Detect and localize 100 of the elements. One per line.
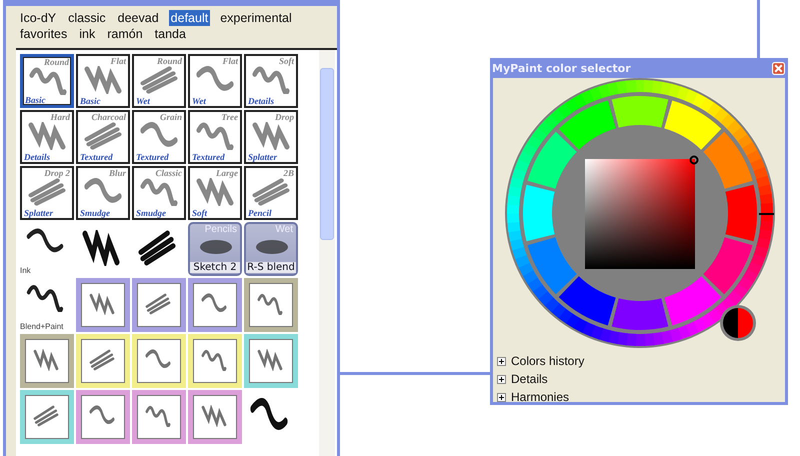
brush-type-label: Large: [216, 168, 238, 178]
color-swatch[interactable]: [523, 184, 555, 242]
expander-icon: [497, 392, 506, 402]
brush-tile[interactable]: Round Wet: [132, 54, 186, 108]
color-swatch[interactable]: [528, 132, 577, 189]
brush-tile[interactable]: Wet R-S blend: [244, 222, 298, 276]
brush-type-label: Pencils: [204, 224, 237, 235]
brush-category-label: Textured: [136, 152, 169, 162]
brush-type-label: Wet: [275, 224, 293, 235]
brush-group-tab[interactable]: default: [168, 10, 210, 26]
color-swatch[interactable]: [558, 100, 616, 150]
brush-stroke-icon: [145, 293, 171, 315]
brush-stroke-icon: [89, 293, 115, 315]
color-swatch[interactable]: [664, 100, 722, 150]
brush-type-label: Grain: [160, 112, 182, 122]
scrollbar[interactable]: [319, 50, 335, 456]
brush-tile[interactable]: Charcoal Textured: [76, 110, 130, 164]
brush-stroke-icon: [257, 349, 283, 371]
brush-type-label: Drop: [274, 112, 294, 122]
brush-tile[interactable]: Drop Splatter: [244, 110, 298, 164]
brush-tile[interactable]: [132, 278, 186, 332]
color-swatch[interactable]: [703, 237, 752, 294]
color-swatch[interactable]: [612, 298, 668, 330]
brush-stroke-icon: [140, 122, 178, 150]
brush-type-label: Round: [156, 56, 182, 66]
brush-type-label: Hard: [50, 112, 70, 122]
picker-handle[interactable]: [690, 156, 698, 164]
brush-tile[interactable]: [188, 390, 242, 444]
brush-stroke-icon: [26, 284, 64, 312]
brush-stroke-icon: [252, 122, 290, 150]
brush-group-tab[interactable]: ramón: [105, 26, 145, 42]
brush-tile[interactable]: Flat Basic: [76, 54, 130, 108]
brush-stroke-icon: [196, 122, 234, 150]
brush-stroke-icon: [257, 293, 283, 315]
brush-type-label: Round: [44, 57, 69, 67]
brush-tile[interactable]: Large Soft: [188, 166, 242, 220]
color-swatch[interactable]: [558, 276, 616, 326]
expander-icon: [497, 356, 506, 366]
brush-stroke-icon: [140, 66, 178, 94]
brush-stroke-icon: [28, 178, 66, 206]
brush-category-label: Smudge: [80, 208, 110, 218]
brush-stroke-icon: [84, 66, 122, 94]
brush-tile[interactable]: [20, 334, 74, 388]
brush-stroke-icon: [28, 122, 66, 150]
color-swatch[interactable]: [725, 184, 757, 242]
brush-tile[interactable]: Round Basic: [20, 54, 74, 108]
brush-stroke-icon: [145, 349, 171, 371]
brush-group-tab[interactable]: deevad: [116, 10, 161, 26]
brush-tile[interactable]: [188, 278, 242, 332]
brush-tile[interactable]: Flat Wet: [188, 54, 242, 108]
brush-tile[interactable]: Grain Textured: [132, 110, 186, 164]
brush-stroke-icon: [196, 178, 234, 206]
brush-tile[interactable]: [132, 390, 186, 444]
window-title: MyPaint color selector: [492, 62, 631, 74]
brush-stroke-icon: [138, 230, 176, 266]
brush-stroke-icon: [84, 122, 122, 150]
color-swatch[interactable]: [528, 237, 577, 294]
saturation-value-square[interactable]: [585, 159, 695, 269]
brush-group-tab[interactable]: experimental: [218, 10, 294, 26]
brush-stroke-icon: [33, 349, 59, 371]
brush-name-label: Sketch 2: [190, 262, 240, 273]
brush-caption: Ink: [20, 266, 31, 275]
close-icon[interactable]: [772, 62, 785, 74]
color-swatch[interactable]: [703, 132, 752, 189]
brush-group-tab[interactable]: favorites: [18, 26, 70, 42]
brush-category-label: Basic: [25, 95, 46, 105]
brush-tile[interactable]: [244, 334, 298, 388]
brush-tile[interactable]: [76, 278, 130, 332]
brush-stroke-icon: [201, 293, 227, 315]
brush-category-label: Wet: [192, 96, 206, 106]
brush-stroke-icon: [252, 178, 290, 206]
expander[interactable]: Details: [497, 370, 785, 388]
brush-type-label: Classic: [155, 168, 182, 178]
brush-tile[interactable]: Hard Details: [20, 110, 74, 164]
brush-category-label: Details: [248, 96, 274, 106]
brush-tile[interactable]: Classic Smudge: [132, 166, 186, 220]
brush-group-tab[interactable]: Ico-dY: [18, 10, 58, 26]
brush-stroke-icon: [33, 405, 59, 427]
brush-tile[interactable]: 2B Pencil: [244, 166, 298, 220]
brush-category-label: Textured: [80, 152, 113, 162]
brush-group-tab[interactable]: classic: [66, 10, 108, 26]
brush-tile[interactable]: [244, 278, 298, 332]
color-swatch[interactable]: [664, 276, 722, 326]
hue-marker[interactable]: [759, 213, 774, 215]
brush-category-label: Splatter: [248, 152, 278, 162]
brush-group-tab[interactable]: ink: [77, 26, 98, 42]
expander[interactable]: Harmonies: [497, 388, 785, 406]
brush-tile[interactable]: Soft Details: [244, 54, 298, 108]
brush-tile[interactable]: [76, 390, 130, 444]
brush-stroke-icon: [140, 178, 178, 206]
brush-stroke-icon: [145, 405, 171, 427]
color-swatch[interactable]: [612, 96, 668, 128]
brush-tile[interactable]: Drop 2 Splatter: [20, 166, 74, 220]
brush-tile[interactable]: Tree Textured: [188, 110, 242, 164]
brush-group-tab[interactable]: tanda: [152, 26, 188, 42]
brush-tile[interactable]: [20, 390, 74, 444]
expander[interactable]: Colors history: [497, 352, 785, 370]
brush-tile[interactable]: Pencils Sketch 2: [188, 222, 242, 276]
brush-category-label: Splatter: [24, 208, 54, 218]
brush-tile[interactable]: Blur Smudge: [76, 166, 130, 220]
